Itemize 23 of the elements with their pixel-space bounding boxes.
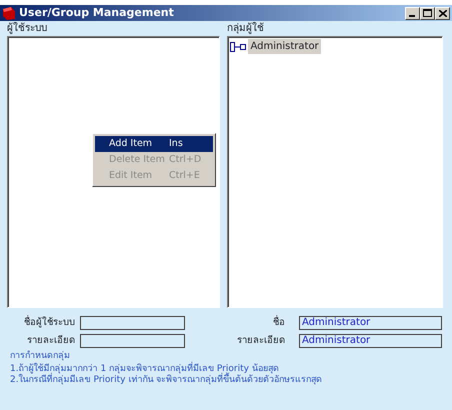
- input-field[interactable]: [80, 334, 185, 348]
- app-icon: [2, 6, 16, 20]
- field-label: ชื่อผู้ใช้ระบบ: [23, 316, 75, 330]
- note-text: 1.ถ้าผู้ใช้มีกลุ่มมากกว่า 1 กลุ่มจะพิจารณากลุ่มที่มีเลข Priority น้อยสุด: [9, 364, 279, 374]
- close-button[interactable]: [435, 6, 450, 20]
- field-label: รายละเอียด: [26, 334, 75, 348]
- input-field[interactable]: [80, 316, 185, 330]
- close-icon: [438, 10, 446, 16]
- input-field[interactable]: Administrator: [299, 334, 442, 348]
- notes-title: การกำหนดกลุ่ม: [9, 350, 71, 362]
- field-label: ชื่อ: [272, 316, 285, 330]
- window-title: User/Group Management: [19, 4, 174, 21]
- group-icon: [230, 42, 246, 52]
- note-text: 2.ในกรณีที่กลุ่มมีเลข Priority เท่ากัน จะพิจารณากลุ่มที่ขึ้นต้นด้วยตัวอักษรแรกสุด: [9, 374, 324, 386]
- maximize-button[interactable]: [420, 6, 435, 20]
- input-field[interactable]: Administrator: [299, 316, 442, 330]
- menu-item[interactable]: Add Item Ins: [95, 136, 213, 152]
- panel-label: กลุ่มผู้ใช้: [227, 21, 265, 36]
- maximize-icon: [423, 9, 432, 17]
- minimize-button[interactable]: [405, 6, 420, 20]
- field-label: รายละเอียด: [236, 334, 285, 348]
- panel-label: ผู้ใช้ระบบ: [7, 21, 48, 36]
- tree-item[interactable]: Administrator: [248, 39, 322, 54]
